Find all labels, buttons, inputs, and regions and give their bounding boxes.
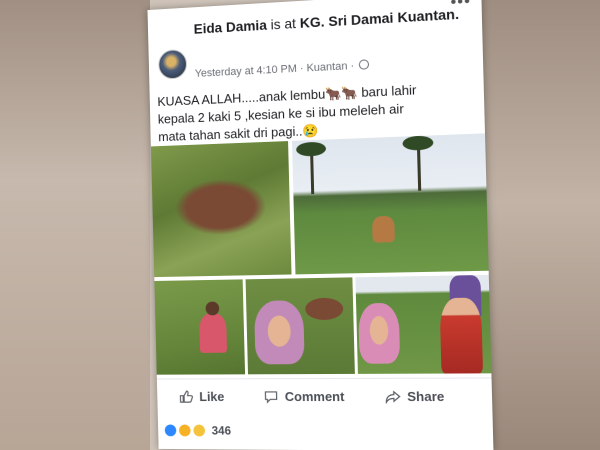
sad-icon: [177, 423, 192, 438]
calf: [304, 297, 344, 321]
selfie-face: [358, 302, 401, 364]
selfie-face: [253, 300, 305, 365]
post-time[interactable]: Yesterday at 4:10 PM: [195, 63, 297, 80]
child: [199, 313, 228, 353]
post-location[interactable]: Kuantan: [306, 60, 347, 74]
facebook-post-card: Eida Damia is at KG. Sri Damai Kuantan. …: [147, 0, 494, 450]
checkin-place[interactable]: KG. Sri Damai Kuantan.: [300, 6, 460, 31]
photo-grid: [150, 133, 492, 375]
person: [439, 297, 484, 374]
reaction-count: 346: [211, 423, 232, 438]
globe-icon: [359, 59, 370, 70]
post-meta: Yesterday at 4:10 PM · Kuantan ·: [195, 59, 370, 80]
post-actions-bar: Like Comment Share: [156, 377, 493, 419]
post-header: Eida Damia is at KG. Sri Damai Kuantan. …: [155, 0, 475, 84]
share-label: Share: [406, 388, 445, 405]
author-name[interactable]: Eida Damia: [194, 17, 268, 37]
comment-button[interactable]: Comment: [263, 389, 345, 404]
photo-calf-on-grass[interactable]: [150, 141, 292, 278]
comment-icon: [263, 389, 279, 404]
photo-group-selfie[interactable]: [355, 274, 492, 374]
like-label: Like: [199, 389, 225, 405]
background-right: [482, 0, 600, 450]
photo-child-with-calf[interactable]: [154, 279, 246, 375]
photo-selfie-with-calf[interactable]: [245, 277, 355, 375]
like-icon: [163, 423, 178, 438]
share-button[interactable]: Share: [385, 389, 445, 404]
cow: [371, 215, 395, 243]
wow-icon: [192, 423, 207, 438]
reactions-summary[interactable]: 346: [163, 420, 232, 442]
checkin-verb: is at: [270, 15, 297, 33]
palm-tree: [416, 142, 422, 191]
more-icon[interactable]: •••: [450, 0, 471, 12]
thumbs-up-icon: [178, 389, 194, 404]
author-line: Eida Damia is at KG. Sri Damai Kuantan.: [194, 5, 479, 38]
share-icon: [385, 389, 402, 404]
palm-tree: [310, 148, 315, 195]
photo-field-with-cow[interactable]: [292, 133, 489, 275]
background-left: [0, 0, 150, 450]
comment-label: Comment: [284, 389, 345, 405]
like-button[interactable]: Like: [178, 389, 225, 405]
avatar[interactable]: [157, 48, 188, 80]
